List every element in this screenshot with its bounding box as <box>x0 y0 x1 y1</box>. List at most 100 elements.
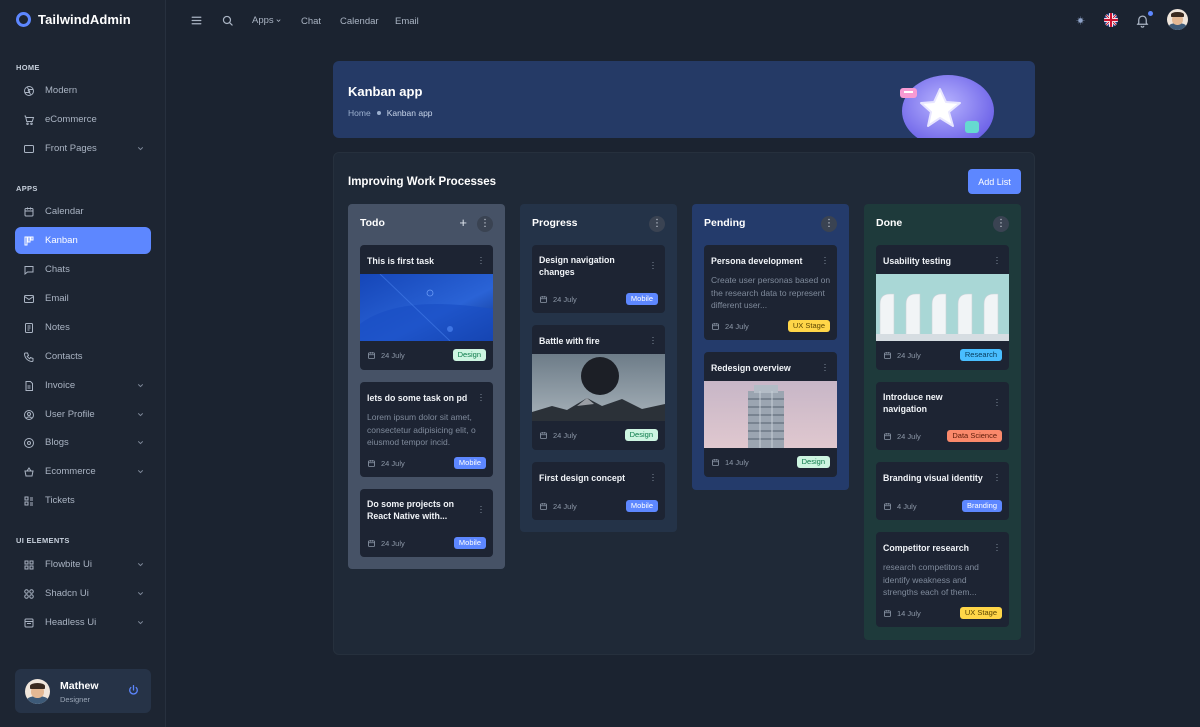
kanban-card[interactable]: Redesign overview · · · 14 July Design <box>704 352 837 477</box>
calendar-icon <box>884 352 891 359</box>
section-label-apps: APPS <box>16 184 38 193</box>
card-menu-icon[interactable]: · · · <box>995 470 999 485</box>
plus-icon[interactable]: + <box>459 215 467 230</box>
card-title: Do some projects on React Native with... <box>367 499 455 521</box>
tag-badge-branding: Branding <box>961 500 1002 512</box>
search-icon[interactable] <box>221 14 234 27</box>
card-menu-icon[interactable]: · · · <box>479 502 483 517</box>
kanban-card[interactable]: Branding visual identity · · · 4 July Bran… <box>876 462 1009 520</box>
card-date: 24 July <box>539 502 577 511</box>
card-title: Competitor research <box>883 543 970 553</box>
sidebar-item-label: Kanban <box>45 235 78 246</box>
kanban-icon <box>22 234 36 248</box>
card-menu-icon[interactable]: · · · <box>995 540 999 555</box>
nav-link-calendar[interactable]: Calendar <box>340 16 379 27</box>
chevron-down-icon <box>137 621 144 625</box>
sidebar-item-ecommerce[interactable]: eCommerce <box>15 106 151 133</box>
sidebar-item-user-profile[interactable]: User Profile <box>15 401 151 428</box>
sidebar-item-label: Front Pages <box>45 143 97 154</box>
card-date: 24 July <box>711 322 749 331</box>
sidebar-item-chats[interactable]: Chats <box>15 256 151 283</box>
kanban-card[interactable]: Persona development · · · Create user pers… <box>704 245 837 340</box>
layout-icon <box>22 142 36 156</box>
breadcrumb-separator <box>376 111 381 115</box>
sidebar-item-kanban[interactable]: Kanban <box>15 227 151 254</box>
tag-badge-research: Research <box>959 349 1002 361</box>
card-menu-icon[interactable]: · · · <box>823 253 827 268</box>
mail-icon <box>22 292 36 306</box>
card-menu-icon[interactable]: · · · <box>651 258 655 273</box>
sidebar-item-front-pages[interactable]: Front Pages <box>15 135 151 162</box>
sidebar-item-blogs[interactable]: Blogs <box>15 429 151 456</box>
notes-icon <box>22 321 36 335</box>
topbar: Apps Chat Calendar Email <box>166 0 1200 42</box>
kanban-card[interactable]: lets do some task on pd · · · Lorem ipsum … <box>360 382 493 477</box>
sidebar-item-contacts[interactable]: Contacts <box>15 343 151 370</box>
nav-link-apps[interactable]: Apps <box>252 15 274 26</box>
sidebar-item-calendar[interactable]: Calendar <box>15 198 151 225</box>
card-date: 14 July <box>883 609 921 618</box>
card-image <box>876 274 1009 341</box>
sidebar-item-label: Email <box>45 293 69 304</box>
kanban-card[interactable]: Battle with fire · · · 24 July Design <box>532 325 665 450</box>
breadcrumb-home[interactable]: Home <box>348 108 371 118</box>
kanban-card[interactable]: Do some projects on React Native with...… <box>360 489 493 557</box>
section-label-ui-elements: UI ELEMENTS <box>16 536 70 545</box>
power-icon[interactable] <box>127 684 140 697</box>
sidebar-item-headless-ui[interactable]: Headless Ui <box>15 609 151 636</box>
more-icon[interactable]: ⋮ <box>993 216 1009 232</box>
tag-badge-design: Design <box>796 456 830 468</box>
kanban-card[interactable]: Usability testing · · · 24 July Research <box>876 245 1009 370</box>
kanban-card[interactable]: First design concept · · · 24 July Mobile <box>532 462 665 520</box>
grid-icon <box>22 558 36 572</box>
card-date: 14 July <box>711 458 749 467</box>
tag-badge-ux-stage: UX Stage <box>959 607 1002 619</box>
card-menu-icon[interactable]: · · · <box>651 333 655 348</box>
more-icon[interactable]: ⋮ <box>477 216 493 232</box>
more-icon[interactable]: ⋮ <box>649 216 665 232</box>
calendar-icon <box>884 503 891 510</box>
card-menu-icon[interactable]: · · · <box>479 390 483 405</box>
card-menu-icon[interactable]: · · · <box>479 253 483 268</box>
calendar-icon <box>22 205 36 219</box>
sidebar-item-label: Tickets <box>45 495 75 506</box>
kanban-card[interactable]: Introduce new navigation · · · 24 July Dat… <box>876 382 1009 450</box>
card-menu-icon[interactable]: · · · <box>995 253 999 268</box>
menu-icon[interactable] <box>190 14 203 27</box>
kanban-card[interactable]: This is first task · · · 24 July Design <box>360 245 493 370</box>
sidebar-item-ecommerce-2[interactable]: Ecommerce <box>15 458 151 485</box>
kanban-card[interactable]: Competitor research · · · research competi… <box>876 532 1009 627</box>
avatar[interactable] <box>1167 9 1188 30</box>
card-date: 24 July <box>367 459 405 468</box>
sidebar-item-shadcn-ui[interactable]: Shadcn Ui <box>15 580 151 607</box>
card-menu-icon[interactable]: · · · <box>995 395 999 410</box>
kanban-card[interactable]: Design navigation changes · · · 24 July Mo… <box>532 245 665 313</box>
sidebar-item-label: Ecommerce <box>45 466 96 477</box>
notification-dot <box>1148 11 1153 16</box>
breadcrumb-current: Kanban app <box>386 108 433 118</box>
card-description: Lorem ipsum dolor sit amet, consectetur … <box>367 412 476 447</box>
flag-uk-icon[interactable] <box>1104 13 1118 27</box>
sidebar-item-notes[interactable]: Notes <box>15 314 151 341</box>
basket-icon <box>22 465 36 479</box>
nav-link-chat[interactable]: Chat <box>301 16 321 27</box>
calendar-icon <box>540 432 547 439</box>
sun-icon[interactable] <box>1073 13 1088 28</box>
column-title: Done <box>876 217 903 229</box>
add-list-button[interactable]: Add List <box>968 169 1021 194</box>
card-title: Persona development <box>711 256 803 266</box>
sidebar-item-flowbite-ui[interactable]: Flowbite Ui <box>15 551 151 578</box>
tag-badge-mobile: Mobile <box>453 457 486 469</box>
sidebar-item-email[interactable]: Email <box>15 285 151 312</box>
more-icon[interactable]: ⋮ <box>821 216 837 232</box>
app-logo[interactable]: TailwindAdmin <box>16 12 131 27</box>
card-menu-icon[interactable]: · · · <box>651 470 655 485</box>
avatar[interactable] <box>25 679 50 704</box>
card-menu-icon[interactable]: · · · <box>823 360 827 375</box>
nav-link-email[interactable]: Email <box>395 16 419 27</box>
sidebar-item-tickets[interactable]: Tickets <box>15 487 151 514</box>
sidebar-item-label: Chats <box>45 264 70 275</box>
user-profile-card: Mathew Designer <box>15 669 151 713</box>
sidebar-item-invoice[interactable]: Invoice <box>15 372 151 399</box>
sidebar-item-modern[interactable]: Modern <box>15 77 151 104</box>
